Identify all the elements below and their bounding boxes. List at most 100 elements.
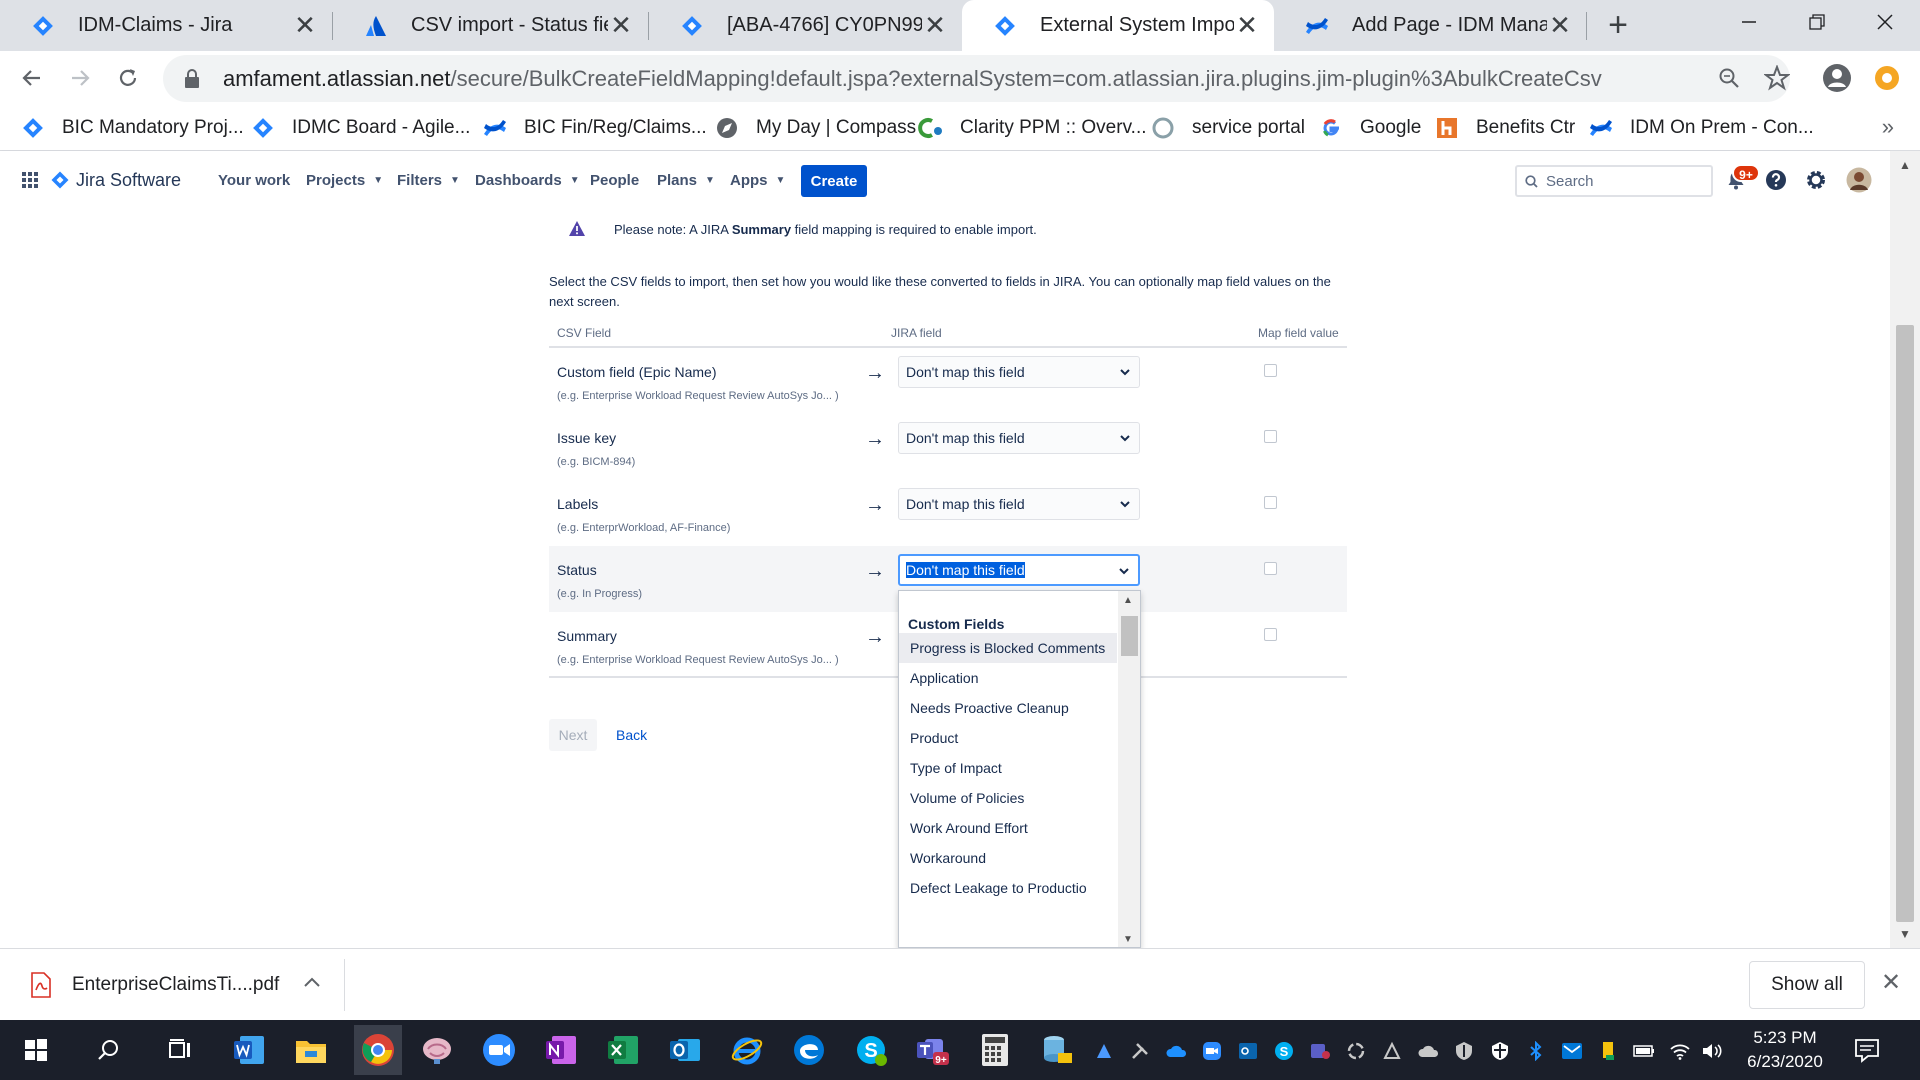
back-arrow-icon[interactable] [11, 57, 53, 99]
dropdown-option[interactable]: Type of Impact [899, 753, 1117, 783]
dropdown-option[interactable]: Defect Leakage to Productio [899, 873, 1117, 903]
atlassian-tray-icon[interactable] [1093, 1040, 1115, 1062]
show-all-downloads-button[interactable]: Show all [1749, 961, 1865, 1009]
onenote-app-icon[interactable] [541, 1030, 581, 1070]
dropdown-option[interactable]: Volume of Policies [899, 783, 1117, 813]
map-field-value-checkbox[interactable] [1264, 628, 1277, 641]
excel-app-icon[interactable] [603, 1030, 643, 1070]
jira-field-select[interactable]: Don't map this field [898, 488, 1140, 520]
forward-arrow-icon[interactable] [59, 57, 101, 99]
database-app-icon[interactable] [1037, 1030, 1077, 1070]
settings-gear-icon[interactable] [1800, 164, 1832, 196]
zoom-tray-icon[interactable] [1201, 1040, 1223, 1062]
jira-software-logo[interactable]: Jira Software [50, 151, 181, 209]
close-tab-icon[interactable]: ✕ [1547, 10, 1573, 40]
tools-tray-icon[interactable] [1129, 1040, 1151, 1062]
app-tray-icon[interactable] [1381, 1040, 1403, 1062]
close-tab-icon[interactable]: ✕ [292, 10, 318, 40]
dropdown-option[interactable]: Product [899, 723, 1117, 753]
usb-tray-icon[interactable] [1597, 1040, 1619, 1062]
browser-tab-external-system-import[interactable]: External System Import - Jir ✕ [962, 0, 1274, 51]
volume-icon[interactable] [1701, 1040, 1723, 1062]
search-input[interactable] [1546, 172, 1696, 190]
search-icon[interactable] [88, 1030, 128, 1070]
browser-tab-csv-import[interactable]: CSV import - Status field ✕ [333, 0, 648, 51]
bookmark-benefits-ctr[interactable]: Benefits Ctr [1434, 113, 1575, 143]
calculator-app-icon[interactable] [975, 1030, 1015, 1070]
teams-app-icon[interactable]: 9+ [913, 1030, 953, 1070]
dropdown-option[interactable]: Needs Proactive Cleanup [899, 693, 1117, 723]
file-explorer-icon[interactable] [291, 1030, 331, 1070]
scrollbar-thumb[interactable] [1121, 616, 1138, 656]
app-switcher-grid-icon[interactable] [14, 164, 46, 196]
nav-projects[interactable]: Projects ▼ [306, 151, 383, 209]
bookmark-my-day[interactable]: My Day | Compass [714, 113, 916, 143]
edge-browser-icon[interactable] [789, 1030, 829, 1070]
download-item[interactable]: EnterpriseClaimsTi....pdf [30, 961, 279, 1009]
zoom-magnifier-icon[interactable] [1712, 61, 1746, 95]
teams-tray-icon[interactable] [1309, 1040, 1331, 1062]
dropdown-scrollbar[interactable]: ▲ ▼ [1118, 591, 1140, 947]
close-tab-icon[interactable]: ✕ [1234, 10, 1260, 40]
help-question-icon[interactable] [1760, 164, 1792, 196]
next-button[interactable]: Next [549, 719, 597, 751]
new-tab-button[interactable]: + [1600, 8, 1636, 44]
sync-tray-icon[interactable] [1345, 1040, 1367, 1062]
chrome-app-icon[interactable] [354, 1025, 402, 1075]
bookmark-google[interactable]: Google [1318, 113, 1421, 143]
profile-avatar-icon[interactable] [1820, 61, 1854, 95]
restore-window-button[interactable] [1782, 0, 1852, 44]
bluetooth-icon[interactable] [1525, 1040, 1547, 1062]
bookmark-idmc-board[interactable]: IDMC Board - Agile... [250, 113, 470, 143]
windows-start-icon[interactable] [16, 1030, 56, 1070]
browser-tab-aba-4766[interactable]: [ABA-4766] CY0PN990486 F ✕ [649, 0, 962, 51]
jira-search-box[interactable] [1515, 165, 1713, 197]
scroll-up-arrow-icon[interactable]: ▲ [1123, 595, 1133, 606]
user-avatar[interactable] [1843, 164, 1875, 196]
address-bar[interactable]: amfament.atlassian.net/secure/BulkCreate… [163, 55, 1790, 102]
close-tab-icon[interactable]: ✕ [608, 10, 634, 40]
bookmark-star-icon[interactable] [1760, 61, 1794, 95]
map-field-value-checkbox[interactable] [1264, 562, 1277, 575]
bookmark-bic-mandatory[interactable]: BIC Mandatory Proj... [20, 113, 244, 143]
reload-icon[interactable] [107, 57, 149, 99]
brain-app-icon[interactable] [417, 1030, 457, 1070]
battery-icon[interactable] [1633, 1040, 1655, 1062]
minimize-window-button[interactable] [1714, 0, 1784, 44]
scroll-down-arrow-icon[interactable]: ▼ [1899, 927, 1911, 941]
close-tab-icon[interactable]: ✕ [922, 10, 948, 40]
page-scrollbar[interactable]: ▲ ▼ [1890, 151, 1920, 948]
internet-explorer-icon[interactable] [727, 1030, 767, 1070]
browser-tab-add-page[interactable]: Add Page - IDM Manageme ✕ [1274, 0, 1587, 51]
scrollbar-thumb[interactable] [1896, 325, 1914, 922]
bookmark-service-portal[interactable]: service portal [1150, 113, 1305, 143]
zoom-app-icon[interactable] [479, 1030, 519, 1070]
dropdown-option[interactable]: Application [899, 663, 1117, 693]
mail-tray-icon[interactable] [1561, 1040, 1583, 1062]
outlook-app-icon[interactable] [665, 1030, 705, 1070]
chevron-up-icon[interactable] [300, 971, 324, 995]
close-window-button[interactable] [1850, 0, 1920, 44]
word-app-icon[interactable] [229, 1030, 269, 1070]
security-tray-icon[interactable] [1453, 1040, 1475, 1062]
jira-field-select[interactable]: Don't map this field [898, 356, 1140, 388]
jira-field-select-open[interactable]: Don't map this field [898, 554, 1140, 586]
jira-field-dropdown-list[interactable]: Custom Fields Progress is Blocked Commen… [898, 590, 1141, 948]
system-clock[interactable]: 5:23 PM 6/23/2020 [1730, 1026, 1840, 1074]
bookmark-idm-on-prem[interactable]: IDM On Prem - Con... [1588, 113, 1814, 143]
more-bookmarks-button[interactable]: » [1882, 114, 1894, 140]
nav-people[interactable]: People [590, 151, 639, 209]
shield-tray-icon[interactable] [1489, 1040, 1511, 1062]
dropdown-option[interactable]: Workaround [899, 843, 1117, 873]
skype-app-icon[interactable]: S [851, 1030, 891, 1070]
outlook-tray-icon[interactable] [1237, 1040, 1259, 1062]
map-field-value-checkbox[interactable] [1264, 430, 1277, 443]
scroll-down-arrow-icon[interactable]: ▼ [1123, 934, 1133, 945]
onedrive-tray-icon[interactable] [1165, 1040, 1187, 1062]
task-view-icon[interactable] [160, 1030, 200, 1070]
nav-plans[interactable]: Plans ▼ [657, 151, 715, 209]
wifi-icon[interactable] [1669, 1040, 1691, 1062]
create-issue-button[interactable]: Create [801, 165, 867, 197]
browser-tab-idm-claims[interactable]: IDM-Claims - Jira ✕ [0, 0, 332, 51]
close-shelf-icon[interactable]: ✕ [1878, 971, 1904, 997]
